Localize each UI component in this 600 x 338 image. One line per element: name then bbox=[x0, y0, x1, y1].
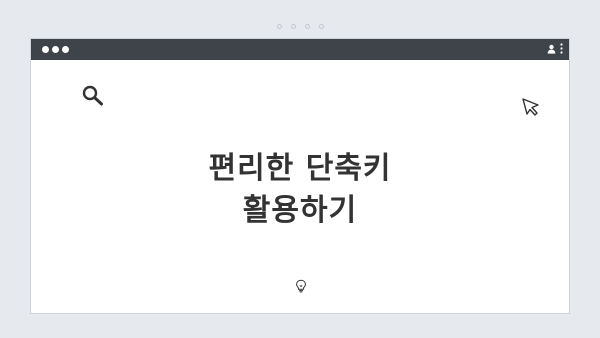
more-vertical-icon[interactable] bbox=[560, 43, 563, 54]
lightbulb-icon bbox=[296, 279, 306, 293]
slide-page: 편리한 단축키 활용하기 bbox=[0, 0, 600, 338]
search-icon bbox=[82, 85, 103, 106]
headline: 편리한 단축키 활용하기 bbox=[31, 148, 569, 232]
window-controls bbox=[42, 46, 69, 53]
headline-line-1: 편리한 단축키 bbox=[208, 151, 392, 186]
pager-dots bbox=[0, 24, 600, 29]
titlebar-actions bbox=[547, 43, 563, 54]
browser-window: 편리한 단축키 활용하기 bbox=[30, 38, 570, 314]
pager-dot[interactable] bbox=[304, 24, 310, 29]
window-titlebar bbox=[31, 39, 569, 60]
headline-line-2: 활용하기 bbox=[242, 193, 358, 228]
pager-dot[interactable] bbox=[276, 24, 282, 29]
pager-dot[interactable] bbox=[290, 24, 296, 29]
window-control-dot[interactable] bbox=[62, 46, 69, 53]
user-icon[interactable] bbox=[547, 44, 556, 54]
pager-dot[interactable] bbox=[318, 24, 324, 29]
window-content: 편리한 단축키 활용하기 bbox=[31, 60, 569, 313]
window-control-dot[interactable] bbox=[52, 46, 59, 53]
cursor-arrow-icon bbox=[522, 98, 539, 116]
window-control-dot[interactable] bbox=[42, 46, 49, 53]
